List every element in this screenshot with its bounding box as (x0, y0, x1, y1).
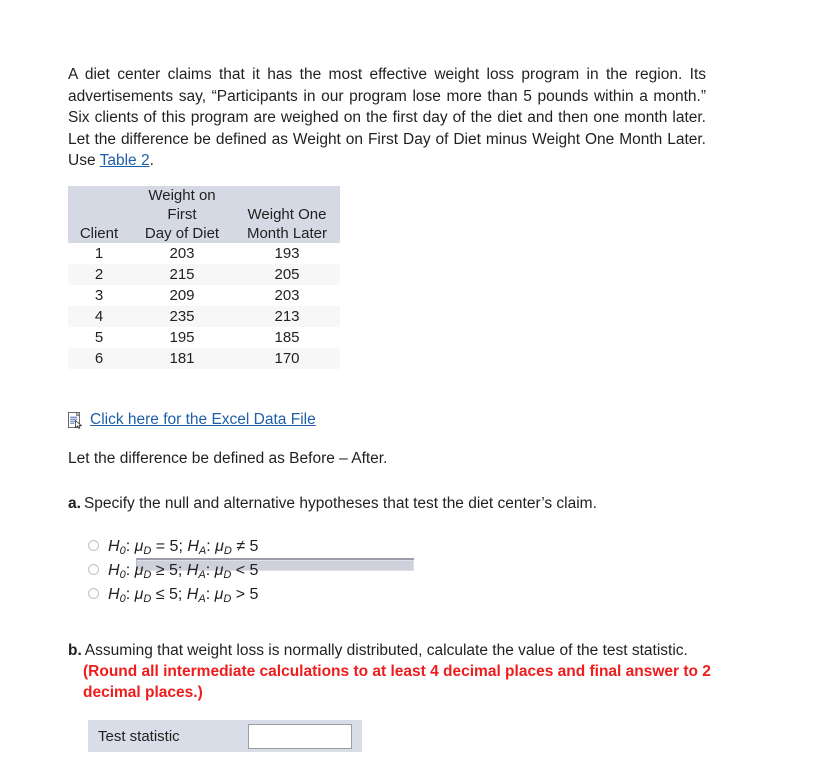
header-cell-client: Client (68, 186, 130, 243)
ha-mu-subscript: D (223, 569, 232, 581)
hypothesis-option-label: H0: μD = 5; HA: μD ≠ 5 (108, 538, 259, 557)
table-cell-client: 4 (68, 306, 130, 327)
table-row: 4 235 213 (68, 306, 340, 327)
header-first-day-line-3: Day of Diet (144, 225, 220, 242)
header-first-day-line-1: Weight on (148, 187, 216, 204)
ha-subscript: A (198, 593, 206, 605)
excel-file-icon (68, 411, 83, 429)
table-row: 6 181 170 (68, 348, 340, 369)
ha-subscript: A (198, 569, 206, 581)
header-cell-first-day: Weight on First Day of Diet (130, 186, 234, 243)
h0-mu-subscript: D (143, 593, 152, 605)
hypothesis-option[interactable]: H0: μD = 5; HA: μD ≠ 5 (88, 537, 258, 561)
hypothesis-option-label: H0: μD ≤ 5; HA: μD > 5 (108, 586, 259, 605)
hypothesis-radio-button[interactable] (88, 540, 99, 551)
ha-relation: ≠ (236, 538, 246, 555)
h0-symbol: H (108, 586, 120, 603)
h0-subscript: 0 (119, 569, 126, 581)
part-a-text: Specify the null and alternative hypothe… (83, 495, 597, 512)
h0-relation: ≤ (155, 586, 165, 603)
header-client-label: Client (79, 225, 119, 242)
h0-subscript: 0 (119, 593, 126, 605)
h0-value: 5 (168, 562, 178, 579)
difference-definition-note: Let the difference be defined as Before … (68, 450, 388, 467)
question-page: A diet center claims that it has the mos… (0, 0, 822, 766)
table-header: Client Weight on First Day of Diet Weigh… (68, 186, 340, 243)
table-cell-month-later: 193 (274, 245, 300, 262)
table-body: 1 203 193 2 215 205 3 209 203 4 235 213 5 195 185 6 181 1… (68, 243, 340, 369)
table-cell-first-day: 195 (169, 329, 195, 346)
table-row: 2 215 205 (68, 264, 340, 285)
table-header-row: Client Weight on First Day of Diet Weigh… (68, 186, 340, 243)
h0-relation: ≥ (155, 562, 165, 579)
header-month-later-line-2: Month Later (246, 225, 328, 242)
table-cell-month-later: 170 (234, 348, 340, 369)
part-b-text: Assuming that weight loss is normally di… (84, 642, 688, 659)
table-cell-first-day: 215 (130, 264, 234, 285)
h0-mu-subscript: D (143, 569, 152, 581)
hypothesis-options-group[interactable]: H0: μD = 5; HA: μD ≠ 5 H0: μD ≥ 5; HA: μD… (88, 537, 258, 609)
table-cell-month-later: 205 (234, 264, 340, 285)
h0-subscript: 0 (119, 545, 126, 557)
question-intro-paragraph: A diet center claims that it has the mos… (68, 64, 706, 172)
table-cell-client: 3 (94, 287, 104, 304)
part-b-label: b. (68, 642, 82, 659)
hypothesis-option-label: H0: μD ≥ 5; HA: μD < 5 (108, 562, 259, 581)
table-row: 3 209 203 (68, 285, 340, 306)
hypothesis-option[interactable]: H0: μD ≤ 5; HA: μD > 5 (88, 585, 258, 609)
part-a-question: a. Specify the null and alternative hypot… (68, 495, 708, 513)
intro-line-5-period: . (149, 152, 154, 169)
part-b-question: b. Assuming that weight loss is normally … (68, 640, 716, 703)
table-cell-month-later: 185 (274, 329, 300, 346)
h0-relation: = (155, 538, 166, 555)
ha-mu-subscript: D (223, 545, 232, 557)
hypothesis-radio-button[interactable] (88, 564, 99, 575)
header-cell-month-later: Weight One Month Later (234, 186, 340, 243)
table-cell-first-day: 203 (169, 245, 195, 262)
table-cell-first-day: 209 (169, 287, 195, 304)
h0-value: 5 (168, 586, 178, 603)
test-statistic-answer-row: Test statistic (88, 720, 362, 752)
table-cell-client: 5 (94, 329, 104, 346)
hypothesis-radio-button[interactable] (88, 588, 99, 599)
ha-symbol: H (186, 562, 199, 579)
ha-value: 5 (249, 586, 259, 603)
ha-relation: < (235, 562, 246, 579)
table-cell-first-day: 181 (130, 348, 234, 369)
h0-symbol: H (108, 538, 120, 555)
h0-mu-subscript: D (143, 545, 152, 557)
table-row: 1 203 193 (68, 243, 340, 264)
excel-data-file-link[interactable]: Click here for the Excel Data File (90, 411, 316, 429)
ha-mu: μ (215, 538, 224, 555)
test-statistic-input[interactable] (248, 723, 352, 749)
ha-symbol: H (187, 538, 199, 555)
part-b-rounding-note: (Round all intermediate calculations to … (83, 663, 711, 701)
table-cell-client: 2 (68, 264, 130, 285)
table-cell-client: 1 (94, 245, 104, 262)
weight-data-table-container: Client Weight on First Day of Diet Weigh… (68, 186, 414, 571)
ha-symbol: H (186, 586, 199, 603)
ha-value: 5 (249, 538, 259, 555)
table-row: 5 195 185 (68, 327, 340, 348)
h0-symbol: H (108, 562, 120, 579)
table-cell-month-later: 203 (274, 287, 300, 304)
table-cell-client: 6 (68, 348, 130, 369)
excel-data-file-row[interactable]: Click here for the Excel Data File (68, 411, 316, 429)
weight-data-table: Client Weight on First Day of Diet Weigh… (68, 186, 340, 369)
ha-mu-subscript: D (223, 593, 232, 605)
intro-line-1: A diet center claims that it has the mos… (68, 66, 628, 83)
hypothesis-option[interactable]: H0: μD ≥ 5; HA: μD < 5 (88, 561, 258, 585)
part-a-label: a. (68, 495, 81, 512)
header-first-day-line-2: First (167, 206, 197, 223)
ha-relation: > (235, 586, 246, 603)
test-statistic-label: Test statistic (98, 727, 180, 745)
table-cell-month-later: 213 (234, 306, 340, 327)
ha-value: 5 (249, 562, 259, 579)
ha-subscript: A (198, 545, 207, 557)
table-cell-first-day: 235 (130, 306, 234, 327)
table-2-link[interactable]: Table 2 (100, 152, 150, 169)
header-month-later-line-1: Weight One (247, 206, 327, 223)
